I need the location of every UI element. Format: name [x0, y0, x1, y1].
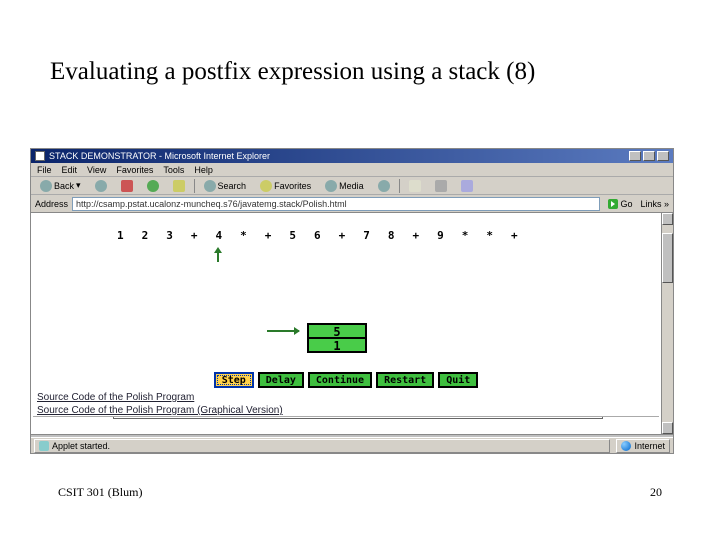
delay-button[interactable]: Delay [258, 372, 304, 388]
menu-file[interactable]: File [37, 165, 52, 175]
links-label[interactable]: Links » [640, 199, 669, 209]
source-link-2[interactable]: Source Code of the Polish Program (Graph… [37, 404, 655, 417]
expr-token: 7 [363, 229, 370, 242]
expr-token: + [413, 229, 420, 242]
window-title: STACK DEMONSTRATOR - Microsoft Internet … [49, 151, 270, 161]
media-icon [325, 180, 337, 192]
scroll-thumb[interactable] [662, 233, 673, 283]
stop-icon [121, 180, 133, 192]
forward-button[interactable] [90, 178, 112, 194]
stop-button[interactable] [116, 178, 138, 194]
titlebar: STACK DEMONSTRATOR - Microsoft Internet … [31, 149, 673, 163]
page-links: Source Code of the Polish Program Source… [33, 389, 659, 417]
back-arrow-icon [40, 180, 52, 192]
expr-token: 3 [166, 229, 173, 242]
address-label: Address [35, 199, 68, 209]
search-button[interactable]: Search [199, 178, 252, 194]
edit-toolbar-button[interactable] [456, 178, 478, 194]
home-button[interactable] [168, 178, 190, 194]
status-bar: Applet started. Internet [31, 437, 673, 453]
refresh-icon [147, 180, 159, 192]
toolbar: Back ▾ Search Favorites Media [31, 177, 673, 195]
menu-view[interactable]: View [87, 165, 106, 175]
address-bar: Address http://csamp.pstat.ucalonz-munch… [31, 195, 673, 213]
print-button[interactable] [430, 178, 452, 194]
expr-token: 2 [142, 229, 149, 242]
menu-edit[interactable]: Edit [62, 165, 78, 175]
go-label: Go [620, 199, 632, 209]
expr-token: + [191, 229, 198, 242]
expr-token: + [511, 229, 518, 242]
mail-button[interactable] [404, 178, 426, 194]
menu-help[interactable]: Help [194, 165, 213, 175]
status-right-text: Internet [634, 441, 665, 451]
expr-token: + [339, 229, 346, 242]
home-icon [173, 180, 185, 192]
menu-tools[interactable]: Tools [163, 165, 184, 175]
app-icon [35, 151, 45, 161]
slide-title: Evaluating a postfix expression using a … [50, 58, 535, 86]
expr-token: 9 [437, 229, 444, 242]
favorites-button[interactable]: Favorites [255, 178, 316, 194]
history-icon [378, 180, 390, 192]
print-icon [435, 180, 447, 192]
scroll-up-button[interactable] [662, 213, 673, 225]
close-button[interactable] [657, 151, 669, 161]
step-button[interactable]: Step [214, 372, 254, 388]
stack-cell: 1 [307, 337, 367, 353]
stack-display: 51 [307, 325, 367, 353]
scroll-down-button[interactable] [662, 422, 673, 434]
expr-token: * [486, 229, 493, 242]
mail-icon [409, 180, 421, 192]
expr-token: 4 [216, 229, 223, 242]
url-input[interactable]: http://csamp.pstat.ucalonz-muncheq.s76/j… [72, 197, 600, 211]
source-link-1[interactable]: Source Code of the Polish Program [37, 391, 655, 404]
go-icon [608, 199, 618, 209]
status-left-text: Applet started. [52, 441, 110, 451]
restart-button[interactable]: Restart [376, 372, 434, 388]
media-label: Media [339, 181, 364, 191]
status-left: Applet started. [34, 439, 610, 453]
star-icon [260, 180, 272, 192]
continue-button[interactable]: Continue [308, 372, 372, 388]
expression-row: 1 2 3 +4 * +5 6 +7 8 +9 * * + [117, 225, 653, 245]
search-icon [204, 180, 216, 192]
expr-token: * [240, 229, 247, 242]
expr-token: * [462, 229, 469, 242]
stack-top-arrow-icon [267, 330, 299, 332]
favorites-label: Favorites [274, 181, 311, 191]
back-label: Back [54, 181, 74, 191]
media-button[interactable]: Media [320, 178, 369, 194]
quit-button[interactable]: Quit [438, 372, 478, 388]
menu-favorites[interactable]: Favorites [116, 165, 153, 175]
applet-button-row: Step Delay Continue Restart Quit [31, 371, 661, 389]
vertical-scrollbar[interactable] [661, 213, 673, 434]
dropdown-icon: ▾ [76, 180, 81, 191]
globe-icon [621, 441, 631, 451]
status-right: Internet [616, 439, 670, 453]
maximize-button[interactable] [643, 151, 655, 161]
applet-status-icon [39, 441, 49, 451]
footer-left: CSIT 301 (Blum) [58, 485, 142, 500]
expr-token: 8 [388, 229, 395, 242]
browser-window: STACK DEMONSTRATOR - Microsoft Internet … [30, 148, 674, 454]
footer-right: 20 [650, 485, 662, 500]
expr-token: 6 [314, 229, 321, 242]
expr-token: 1 [117, 229, 124, 242]
url-text: http://csamp.pstat.ucalonz-muncheq.s76/j… [76, 199, 347, 209]
history-button[interactable] [373, 178, 395, 194]
back-button[interactable]: Back ▾ [35, 178, 86, 194]
minimize-button[interactable] [629, 151, 641, 161]
forward-arrow-icon [95, 180, 107, 192]
search-label: Search [218, 181, 247, 191]
expr-token: + [265, 229, 272, 242]
edit-icon [461, 180, 473, 192]
refresh-button[interactable] [142, 178, 164, 194]
go-button[interactable]: Go [604, 199, 636, 209]
expr-token: 5 [289, 229, 296, 242]
menu-bar: File Edit View Favorites Tools Help [31, 163, 673, 177]
